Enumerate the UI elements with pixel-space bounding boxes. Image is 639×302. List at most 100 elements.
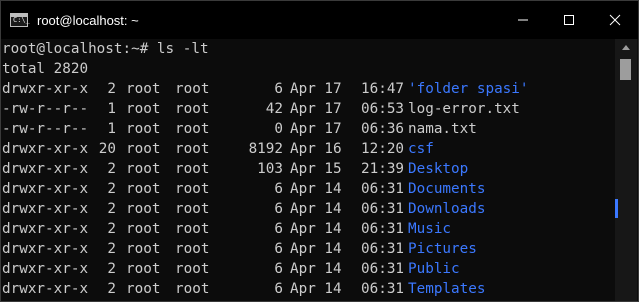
- scroll-marker: [615, 199, 618, 218]
- row-links: 2: [107, 221, 116, 237]
- row-size: 103: [257, 161, 283, 177]
- row-owner: root: [126, 141, 161, 157]
- prompt-line: root@localhost:~# ls -lt: [1, 39, 613, 59]
- row-size: 42: [265, 101, 283, 117]
- console-app-icon[interactable]: C:\_: [10, 13, 30, 27]
- terminal-output[interactable]: root@localhost:~# ls -lt total 2820 drwx…: [1, 39, 613, 301]
- listing-row: drwxr-xr-x 2 root root 6 Apr 14 06:31 Downloads: [1, 199, 613, 219]
- row-name: Documents: [408, 181, 486, 197]
- row-perm: drwxr-xr-x: [2, 201, 89, 217]
- row-time: 06:31: [361, 221, 405, 237]
- row-group: root: [175, 141, 210, 157]
- row-time: 06:53: [361, 101, 405, 117]
- row-perm: -rw-r--r--: [2, 121, 89, 137]
- row-name: Templates: [408, 281, 486, 297]
- title-bar[interactable]: C:\_ root@localhost: ~: [1, 1, 638, 39]
- listing-row: drwxr-xr-x 2 root root 6 Apr 14 06:31 Music: [1, 219, 613, 239]
- row-date: Apr 14: [290, 181, 342, 197]
- listing-row: drwxr-xr-x 2 root root 103 Apr 15 21:39 Desktop: [1, 159, 613, 179]
- listing-row: drwxr-xr-x 2 root root 6 Apr 14 06:31 Pictures: [1, 239, 613, 259]
- row-perm: drwxr-xr-x: [2, 161, 89, 177]
- row-links: 2: [107, 281, 116, 297]
- row-size: 0: [274, 121, 283, 137]
- row-perm: drwxr-xr-x: [2, 241, 89, 257]
- row-name: log-error.txt: [408, 101, 520, 117]
- vertical-scrollbar[interactable]: [615, 39, 637, 301]
- row-owner: root: [126, 81, 161, 97]
- row-date: Apr 14: [290, 281, 342, 297]
- console-app-icon-text: C:\_: [13, 16, 30, 24]
- row-group: root: [175, 81, 210, 97]
- listing-row: drwxr-xr-x 2 root root 6 Apr 14 06:31 Templates: [1, 279, 613, 299]
- row-perm: drwxr-xr-x: [2, 81, 89, 97]
- row-group: root: [175, 121, 210, 137]
- row-group: root: [175, 241, 210, 257]
- minimize-button[interactable]: [500, 1, 546, 39]
- row-owner: root: [126, 121, 161, 137]
- row-perm: drwxr-xr-x: [2, 221, 89, 237]
- row-size: 6: [274, 261, 283, 277]
- row-size: 6: [274, 81, 283, 97]
- row-time: 06:31: [361, 241, 405, 257]
- row-date: Apr 17: [290, 121, 342, 137]
- row-size: 6: [274, 201, 283, 217]
- maximize-button[interactable]: [546, 1, 592, 39]
- row-date: Apr 17: [290, 81, 342, 97]
- row-size: 6: [274, 241, 283, 257]
- row-time: 06:36: [361, 121, 405, 137]
- row-perm: -rw-r--r--: [2, 101, 89, 117]
- row-perm: drwxr-xr-x: [2, 261, 89, 277]
- total-text: total 2820: [2, 61, 89, 77]
- maximize-icon: [564, 15, 574, 25]
- listing-rows: drwxr-xr-x 2 root root 6 Apr 17 16:47'folder s…: [1, 79, 613, 299]
- row-links: 2: [107, 81, 116, 97]
- listing-row: -rw-r--r-- 1 root root 0 Apr 17 06:36 nama.txt: [1, 119, 613, 139]
- row-size: 6: [274, 281, 283, 297]
- row-group: root: [175, 101, 210, 117]
- command-text: root@localhost:~# ls -lt: [2, 41, 209, 57]
- row-name: Pictures: [408, 241, 477, 257]
- row-time: 06:31: [361, 281, 405, 297]
- row-group: root: [175, 281, 210, 297]
- row-owner: root: [126, 161, 161, 177]
- row-links: 2: [107, 201, 116, 217]
- row-owner: root: [126, 101, 161, 117]
- scrollbar-thumb[interactable]: [620, 59, 631, 80]
- row-perm: drwxr-xr-x: [2, 141, 89, 157]
- row-date: Apr 15: [290, 161, 342, 177]
- row-time: 16:47: [361, 81, 405, 97]
- row-links: 20: [98, 141, 116, 157]
- row-links: 2: [107, 161, 116, 177]
- row-time: 06:31: [361, 181, 405, 197]
- row-date: Apr 16: [290, 141, 342, 157]
- row-name: Downloads: [408, 201, 486, 217]
- row-group: root: [175, 181, 210, 197]
- listing-row: -rw-r--r-- 1 root root 42 Apr 17 06:53 log-erro…: [1, 99, 613, 119]
- row-name: nama.txt: [408, 121, 477, 137]
- row-size: 8192: [248, 141, 283, 157]
- total-line: total 2820: [1, 59, 613, 79]
- row-size: 6: [274, 181, 283, 197]
- row-date: Apr 17: [290, 101, 342, 117]
- row-perm: drwxr-xr-x: [2, 181, 89, 197]
- row-size: 6: [274, 221, 283, 237]
- scroll-up-arrow-icon[interactable]: [622, 45, 630, 50]
- close-button[interactable]: [592, 1, 638, 39]
- row-date: Apr 14: [290, 221, 342, 237]
- row-group: root: [175, 261, 210, 277]
- row-time: 12:20: [361, 141, 405, 157]
- row-name: Music: [408, 221, 452, 237]
- row-date: Apr 14: [290, 261, 342, 277]
- row-perm: drwxr-xr-x: [2, 281, 89, 297]
- row-links: 1: [107, 101, 116, 117]
- row-owner: root: [126, 201, 161, 217]
- row-name: csf: [408, 141, 434, 157]
- row-group: root: [175, 161, 210, 177]
- listing-row: drwxr-xr-x 2 root root 6 Apr 14 06:31 Documents: [1, 179, 613, 199]
- row-date: Apr 14: [290, 201, 342, 217]
- row-group: root: [175, 201, 210, 217]
- row-name: Desktop: [408, 161, 469, 177]
- listing-row: drwxr-xr-x 20 root root 8192 Apr 16 12:20 csf: [1, 139, 613, 159]
- row-owner: root: [126, 181, 161, 197]
- row-time: 06:31: [361, 261, 405, 277]
